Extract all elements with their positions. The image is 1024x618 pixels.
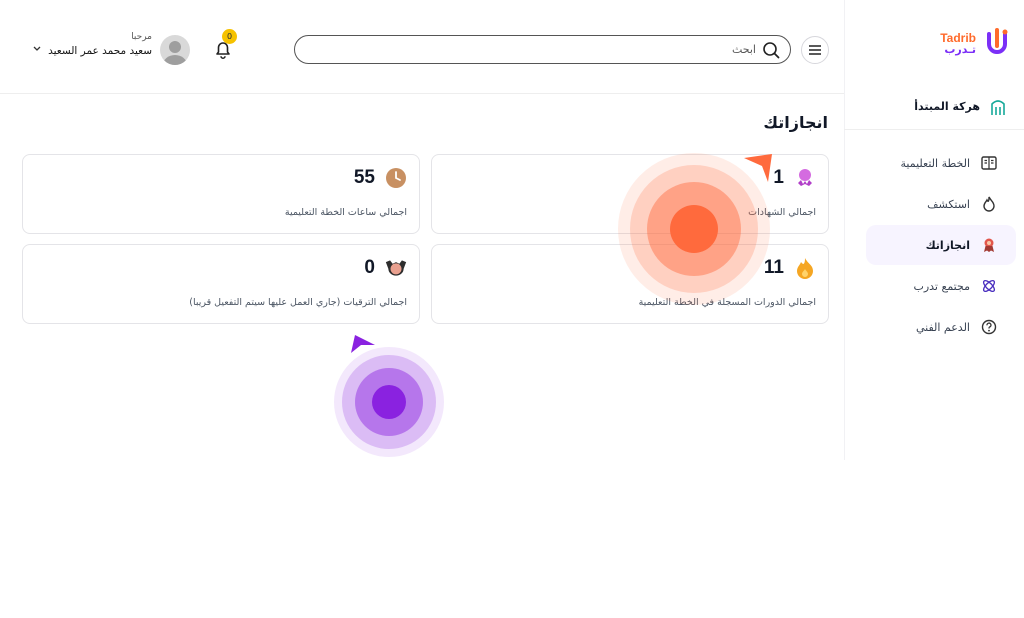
notification-badge: 0 <box>222 29 237 44</box>
app-root: Tadrib تـدرب هركة المبتدأ الخطة التعليمي… <box>0 0 1024 618</box>
stat-value: 11 <box>763 257 784 278</box>
sidebar-item-achievements[interactable]: انجازاتك <box>866 225 1016 265</box>
org-selector[interactable]: هركة المبتدأ <box>844 84 1024 130</box>
user-avatar-icon <box>163 41 187 65</box>
stat-value: 55 <box>353 167 375 188</box>
user-name: سعيد محمد عمر السعيد <box>48 45 152 57</box>
building-icon <box>991 99 1005 115</box>
sidebar-item-label: انجازاتك <box>925 238 970 252</box>
sidebar-item-label: استكشف <box>927 197 970 211</box>
stat-label: اجمالي الترقيات (جاري العمل عليها سيتم ا… <box>189 297 407 308</box>
help-icon <box>980 318 998 336</box>
sidebar-item-label: مجتمع تدرب <box>913 279 970 293</box>
org-label: هركة المبتدأ <box>914 100 980 113</box>
brand-name-en: Tadrib <box>940 30 976 45</box>
avatar[interactable] <box>160 35 190 65</box>
search-box <box>294 35 791 64</box>
search-input[interactable] <box>336 36 756 62</box>
flame-icon <box>980 195 998 213</box>
brand-name-ar: تـدرب <box>944 42 976 56</box>
stat-label: اجمالي ساعات الخطة التعليمية <box>284 207 407 218</box>
stat-card-hours: 55 اجمالي ساعات الخطة التعليمية <box>22 154 420 234</box>
brand-mark-icon <box>987 28 1008 54</box>
cursor-pointer-icon <box>351 335 375 353</box>
search-icon[interactable] <box>762 41 780 59</box>
sidebar-item-label: الخطة التعليمية <box>900 156 971 170</box>
menu-toggle-button[interactable] <box>801 36 829 64</box>
book-icon <box>980 154 998 172</box>
fire-icon <box>794 257 816 279</box>
page-title: انجازاتك <box>763 113 828 132</box>
stat-value: 0 <box>364 257 375 278</box>
clock-icon <box>385 167 407 189</box>
hamburger-icon <box>809 45 821 55</box>
sidebar-item-community[interactable]: مجتمع تدرب <box>866 266 1016 306</box>
sidebar-item-learning-plan[interactable]: الخطة التعليمية <box>866 143 1016 183</box>
top-header: 0 مرحبا سعيد محمد عمر السعيد <box>0 0 844 94</box>
sidebar-item-label: الدعم الفني <box>915 320 970 334</box>
sidebar-item-support[interactable]: الدعم الفني <box>866 307 1016 347</box>
sidebar-item-explore[interactable]: استكشف <box>866 184 1016 224</box>
chevron-down-icon[interactable] <box>33 46 41 52</box>
stat-value: 1 <box>773 167 784 188</box>
user-info[interactable]: مرحبا سعيد محمد عمر السعيد <box>48 32 152 57</box>
cursor-pointer-icon <box>744 154 772 182</box>
sidebar-nav: الخطة التعليمية استكشف انجازاتك مجتمع تد… <box>844 142 1024 348</box>
certificate-icon <box>794 167 816 189</box>
brand-logo[interactable]: Tadrib تـدرب <box>940 28 1010 58</box>
atom-icon <box>980 277 998 295</box>
emblem-icon <box>385 257 407 279</box>
medal-icon <box>980 236 998 254</box>
stat-card-promotions: 0 اجمالي الترقيات (جاري العمل عليها سيتم… <box>22 244 420 324</box>
user-greeting: مرحبا <box>131 32 152 42</box>
sidebar: Tadrib تـدرب هركة المبتدأ الخطة التعليمي… <box>844 0 1024 460</box>
